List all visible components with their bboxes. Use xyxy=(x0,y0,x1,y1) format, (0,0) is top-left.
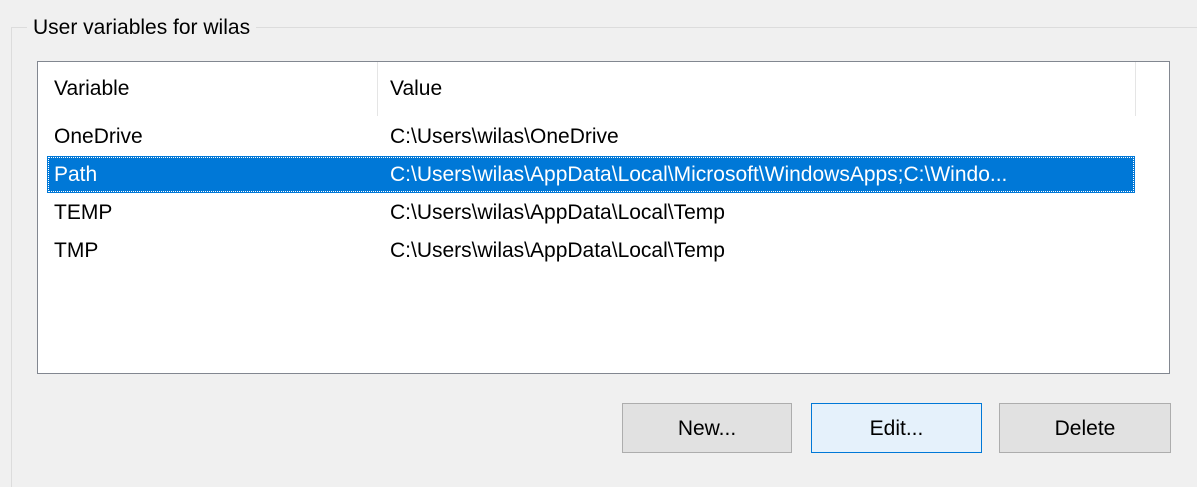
variable-value: C:\Users\wilas\AppData\Local\Temp xyxy=(390,239,725,262)
variable-name: TEMP xyxy=(54,201,113,224)
variable-name: TMP xyxy=(54,239,99,262)
variable-value: C:\Users\wilas\OneDrive xyxy=(390,125,619,148)
edit-button[interactable]: Edit... xyxy=(811,403,982,453)
variable-name: Path xyxy=(54,163,98,186)
list-item[interactable]: TEMP C:\Users\wilas\AppData\Local\Temp xyxy=(47,194,1135,231)
list-item-selected[interactable]: Path C:\Users\wilas\AppData\Local\Micros… xyxy=(47,156,1135,193)
variable-value: C:\Users\wilas\AppData\Local\Microsoft\W… xyxy=(390,163,1008,186)
list-item[interactable]: TMP C:\Users\wilas\AppData\Local\Temp xyxy=(47,232,1135,269)
variables-list[interactable]: Variable Value OneDrive C:\Users\wilas\O… xyxy=(37,61,1170,374)
groupbox-title: User variables for wilas xyxy=(27,16,257,40)
new-button[interactable]: New... xyxy=(622,403,792,453)
variable-name: OneDrive xyxy=(54,125,143,148)
column-header-value[interactable]: Value xyxy=(378,62,1136,116)
variable-value: C:\Users\wilas\AppData\Local\Temp xyxy=(390,201,725,224)
delete-button[interactable]: Delete xyxy=(999,403,1171,453)
list-item[interactable]: OneDrive C:\Users\wilas\OneDrive xyxy=(47,118,1135,155)
list-header: Variable Value xyxy=(38,62,1169,116)
column-header-variable[interactable]: Variable xyxy=(38,62,378,116)
